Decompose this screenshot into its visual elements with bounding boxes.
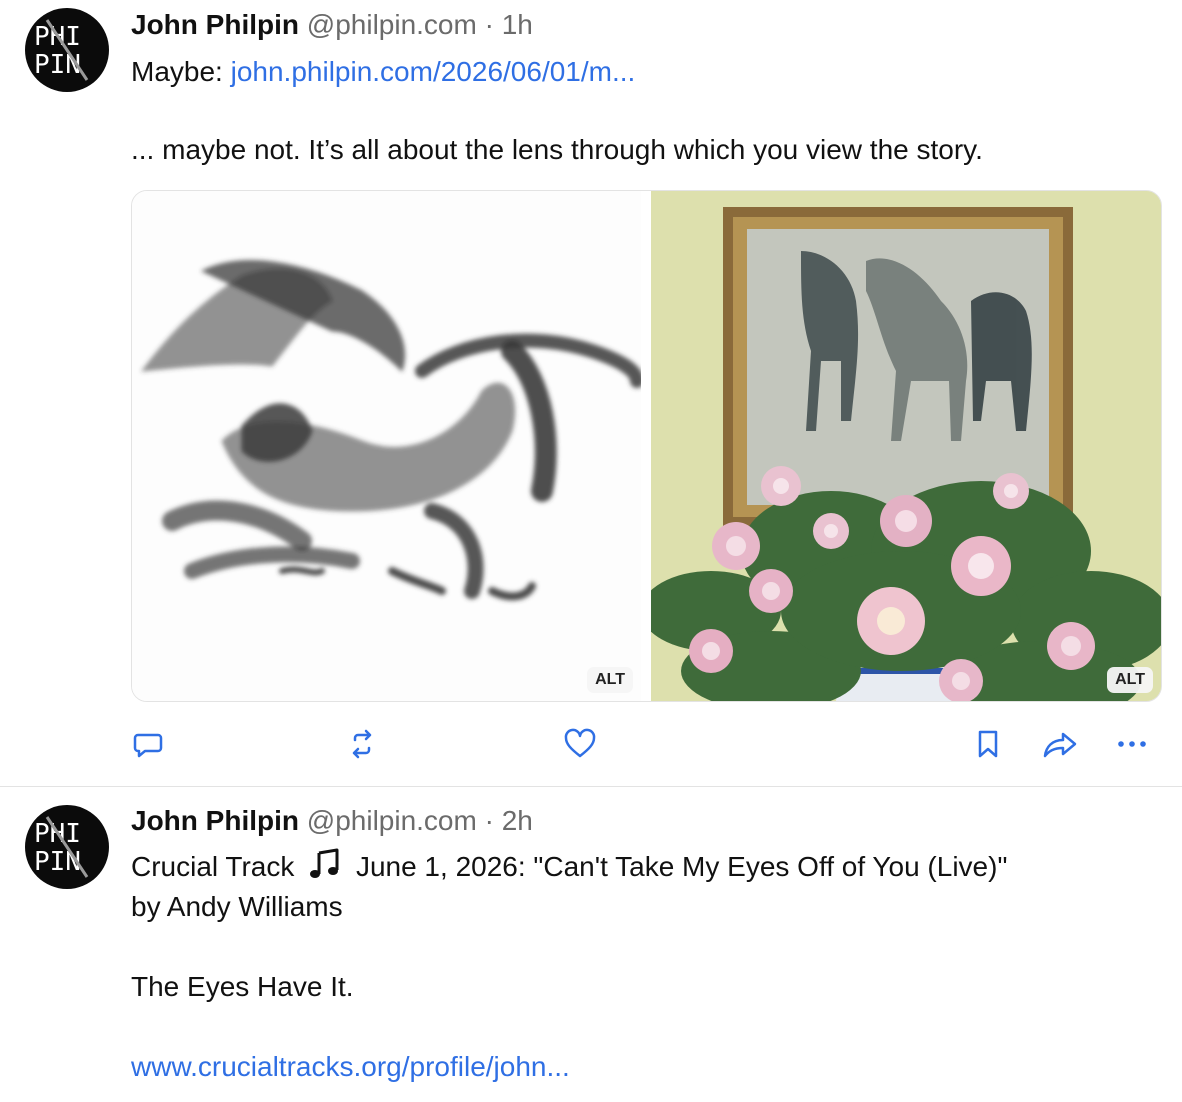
share-icon[interactable] (1040, 724, 1080, 764)
author-handle[interactable]: @philpin.com (307, 9, 477, 40)
avatar-slash-mark (45, 816, 89, 878)
track-label: Crucial Track (131, 851, 295, 882)
post-text-prefix: Maybe: (131, 56, 223, 87)
post-actions (0, 724, 1182, 764)
bookmark-icon[interactable] (968, 724, 1008, 764)
framed-painting-photo (641, 191, 1161, 701)
music-note-icon (308, 848, 342, 891)
track-title: June 1, 2026: "Can't Take My Eyes Off of… (355, 851, 1008, 882)
alt-text-badge[interactable]: ALT (587, 667, 633, 693)
header-separator: · (484, 9, 494, 40)
ink-horse-drawing (140, 260, 644, 601)
author-name[interactable]: John Philpin (131, 9, 299, 40)
reply-icon[interactable] (128, 724, 168, 764)
header-separator: · (484, 805, 494, 836)
repost-icon[interactable] (342, 724, 382, 764)
author-handle[interactable]: @philpin.com (307, 805, 477, 836)
author-avatar[interactable]: PHI PIN (25, 8, 109, 92)
avatar-slash-mark (45, 19, 89, 81)
framed-horses-with-roses-image[interactable]: ALT (641, 191, 1161, 701)
post-time[interactable]: 2h (502, 805, 533, 836)
post-2[interactable]: PHI PIN John Philpin @philpin.com · 2h C… (0, 787, 1182, 1102)
more-icon[interactable] (1112, 724, 1152, 764)
post-text-line: Maybe: john.philpin.com/2026/06/01/m... (131, 52, 635, 92)
alt-text-badge[interactable]: ALT (1107, 667, 1153, 693)
author-avatar[interactable]: PHI PIN (25, 805, 109, 889)
ink-horse-painting-image[interactable]: ALT (132, 191, 644, 701)
like-icon[interactable] (560, 724, 600, 764)
post-body: ... maybe not. It’s all about the lens t… (131, 134, 983, 165)
post-header: John Philpin @philpin.com · 2h (131, 804, 533, 838)
post-link[interactable]: john.philpin.com/2026/06/01/m... (231, 56, 636, 87)
post-1[interactable]: PHI PIN John Philpin @philpin.com · 1h M… (0, 0, 1182, 787)
post-link[interactable]: www.crucialtracks.org/profile/john... (131, 1047, 570, 1087)
post-text-line-1: Crucial Track June 1, 2026: "Can't Take … (131, 847, 1007, 891)
post-header: John Philpin @philpin.com · 1h (131, 8, 533, 42)
post-text-line-3: The Eyes Have It. (131, 971, 354, 1002)
media-grid: ALT ALT (131, 190, 1162, 702)
post-time[interactable]: 1h (502, 9, 533, 40)
post-text-line-2: by Andy Williams (131, 891, 343, 922)
author-name[interactable]: John Philpin (131, 805, 299, 836)
